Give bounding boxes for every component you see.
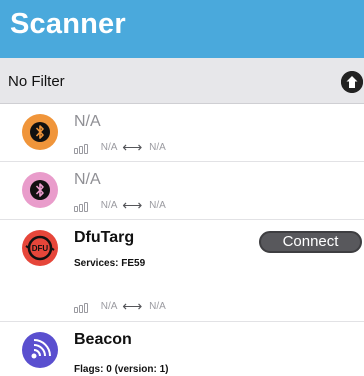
page-title: Scanner	[10, 8, 126, 40]
filter-label: No Filter	[8, 73, 65, 90]
left-right-arrow-icon: ⟷	[122, 139, 143, 155]
signal-strength-icon	[74, 200, 96, 212]
services-text: Services: FE59	[74, 258, 146, 269]
device-avatar: DFU	[22, 230, 58, 266]
device-name: Beacon	[74, 331, 132, 348]
bluetooth-icon	[22, 172, 58, 208]
app-header: Scanner	[0, 0, 364, 58]
device-row[interactable]: N/A N/A ⟷ N/A	[0, 162, 364, 220]
device-name: DfuTarg	[74, 229, 135, 246]
interval-value: N/A	[149, 142, 166, 153]
signal-info: N/A ⟷ N/A	[74, 139, 166, 155]
device-avatar	[22, 114, 58, 150]
signal-strength-icon	[74, 301, 96, 313]
signal-info: N/A ⟷ N/A	[74, 197, 166, 213]
connect-button[interactable]: Connect	[259, 231, 362, 253]
device-row[interactable]: DFU DfuTarg Services: FE59 Connect N/A ⟷…	[0, 220, 364, 322]
device-avatar	[22, 332, 58, 368]
arrow-up-circle-icon	[341, 71, 363, 93]
signal-strength-icon	[74, 142, 96, 154]
beacon-icon	[22, 332, 58, 368]
device-name: N/A	[74, 171, 101, 188]
device-row[interactable]: Beacon Flags: 0 (version: 1)	[0, 322, 364, 376]
rssi-value: N/A	[100, 200, 118, 211]
svg-text:DFU: DFU	[32, 244, 49, 253]
filter-bar: No Filter	[0, 58, 364, 104]
device-name: N/A	[74, 113, 101, 130]
scroll-up-button[interactable]	[341, 71, 363, 93]
device-avatar	[22, 172, 58, 208]
rssi-value: N/A	[100, 142, 118, 153]
interval-value: N/A	[149, 301, 166, 312]
signal-info: N/A ⟷ N/A	[74, 298, 166, 314]
left-right-arrow-icon: ⟷	[122, 298, 143, 314]
left-right-arrow-icon: ⟷	[122, 197, 143, 213]
device-row[interactable]: N/A N/A ⟷ N/A	[0, 104, 364, 162]
bluetooth-icon	[22, 114, 58, 150]
device-list: N/A N/A ⟷ N/A N/A N/A ⟷ N/A DFU DfuTarg …	[0, 104, 364, 376]
interval-value: N/A	[149, 200, 166, 211]
dfu-icon: DFU	[22, 230, 58, 266]
flags-text: Flags: 0 (version: 1)	[74, 364, 169, 375]
rssi-value: N/A	[100, 301, 118, 312]
